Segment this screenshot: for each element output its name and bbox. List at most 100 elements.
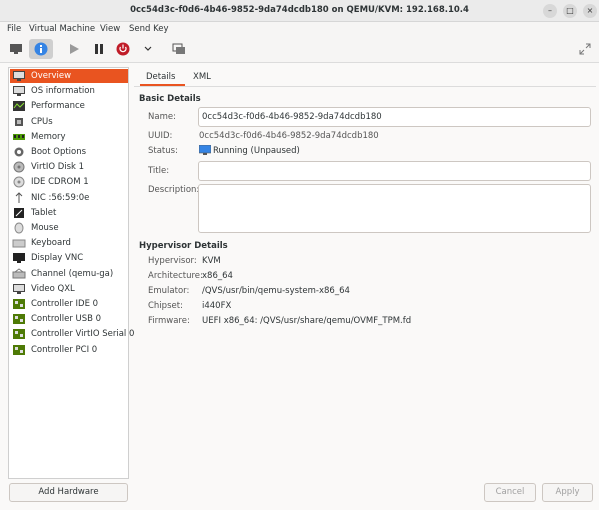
add-hardware-button[interactable]: Add Hardware xyxy=(9,483,128,502)
menu-file[interactable]: File xyxy=(7,24,21,34)
sidebar-item[interactable]: Tablet xyxy=(10,206,128,220)
hypervisor-row-value: /QVS/usr/bin/qemu-system-x86_64 xyxy=(202,286,350,296)
power-icon xyxy=(116,42,130,56)
tablet-icon xyxy=(12,207,26,219)
info-icon xyxy=(34,42,48,56)
channel-icon xyxy=(12,267,26,280)
sidebar-item[interactable]: Overview xyxy=(10,69,128,83)
keyboard-icon xyxy=(12,237,26,249)
hypervisor-details-heading: Hypervisor Details xyxy=(139,241,228,251)
sidebar-item[interactable]: Boot Options xyxy=(10,145,128,159)
title-field[interactable] xyxy=(198,161,591,181)
title-bar: 0cc54d3c-f0d6-4b46-9852-9da74dcdb180 on … xyxy=(0,0,599,22)
sidebar-item-label: Performance xyxy=(31,101,85,112)
hypervisor-row-label: Hypervisor: xyxy=(148,256,197,266)
hypervisor-row-value: KVM xyxy=(202,256,221,266)
description-field[interactable] xyxy=(198,184,591,233)
description-label: Description: xyxy=(148,185,200,195)
menu-view[interactable]: View xyxy=(100,24,120,34)
pause-button[interactable] xyxy=(91,39,107,59)
chip-icon xyxy=(12,116,26,128)
cancel-button[interactable]: Cancel xyxy=(484,483,536,502)
gear-icon xyxy=(12,146,26,158)
sidebar-item[interactable]: Mouse xyxy=(10,221,128,235)
hypervisor-row-value: x86_64 xyxy=(202,271,233,281)
hardware-list: Overview OS information Performance CPUs Mem… xyxy=(8,67,134,479)
monitor-icon xyxy=(10,44,22,54)
sidebar-item-label: Channel (qemu-ga) xyxy=(31,268,114,279)
hypervisor-row-label: Chipset: xyxy=(148,301,183,311)
sidebar-item[interactable]: IDE CDROM 1 xyxy=(10,175,128,189)
sidebar-item[interactable]: OS information xyxy=(10,84,128,98)
hypervisor-row-label: Emulator: xyxy=(148,286,190,296)
sidebar-item-label: OS information xyxy=(31,86,95,97)
name-field[interactable]: 0cc54d3c-f0d6-4b46-9852-9da74dcdb180 xyxy=(198,107,591,127)
display-icon xyxy=(12,252,26,264)
controller-icon xyxy=(12,344,26,356)
hypervisor-row-value: i440FX xyxy=(202,301,232,311)
sidebar-item[interactable]: Channel (qemu-ga) xyxy=(10,267,128,281)
expand-icon xyxy=(579,43,591,55)
sidebar-item[interactable]: Video QXL xyxy=(10,282,128,296)
sidebar-item-label: Video QXL xyxy=(31,283,75,294)
sidebar-item[interactable]: Display VNC xyxy=(10,251,128,265)
monitor-icon xyxy=(12,70,26,82)
sidebar-item-label: IDE CDROM 1 xyxy=(31,177,89,188)
shutdown-button[interactable] xyxy=(115,39,131,59)
chart-icon xyxy=(12,100,26,112)
sidebar-item[interactable]: VirtIO Disk 1 xyxy=(10,160,128,174)
window-title: 0cc54d3c-f0d6-4b46-9852-9da74dcdb180 on … xyxy=(130,5,469,15)
running-status-icon xyxy=(198,144,212,159)
sidebar-item-label: Boot Options xyxy=(31,147,87,157)
menu-virtual-machine[interactable]: Virtual Machine xyxy=(29,24,95,34)
sidebar-item-label: VirtIO Disk 1 xyxy=(31,162,85,173)
title-label: Title: xyxy=(148,166,170,176)
menu-bar: File Virtual Machine View Send Key xyxy=(0,22,599,36)
sidebar-item-label: Controller IDE 0 xyxy=(31,299,99,309)
name-value: 0cc54d3c-f0d6-4b46-9852-9da74dcdb180 xyxy=(202,112,382,122)
minimize-button[interactable]: – xyxy=(543,4,557,18)
basic-details-heading: Basic Details xyxy=(139,94,201,104)
sidebar-item-label: Display VNC xyxy=(31,253,84,264)
uuid-label: UUID: xyxy=(148,131,173,141)
details-button[interactable] xyxy=(29,39,53,59)
sidebar-item[interactable]: Controller VirtIO Serial 0 xyxy=(10,327,134,341)
uuid-value: 0cc54d3c-f0d6-4b46-9852-9da74dcdb180 xyxy=(199,131,379,141)
sidebar-item[interactable]: Memory xyxy=(10,130,128,144)
sidebar-item[interactable]: Controller USB 0 xyxy=(10,312,128,326)
menu-send-key[interactable]: Send Key xyxy=(129,24,169,34)
disk-icon xyxy=(12,161,26,173)
play-icon xyxy=(70,44,79,54)
console-button[interactable] xyxy=(6,39,26,59)
sidebar-item[interactable]: Controller IDE 0 xyxy=(10,297,128,311)
sidebar-item-label: Overview xyxy=(31,71,72,81)
sidebar-item-label: Controller PCI 0 xyxy=(31,344,98,355)
run-button[interactable] xyxy=(66,39,82,59)
sidebar-item-label: NIC :56:59:0e xyxy=(31,192,90,203)
toolbar xyxy=(0,36,599,63)
sidebar-item[interactable]: Controller PCI 0 xyxy=(10,343,128,357)
sidebar-item[interactable]: CPUs xyxy=(10,115,128,129)
hypervisor-row-label: Firmware: xyxy=(148,316,190,326)
apply-button[interactable]: Apply xyxy=(542,483,593,502)
monitor-icon xyxy=(12,85,26,97)
controller-icon xyxy=(12,313,26,325)
snapshots-button[interactable] xyxy=(171,39,187,59)
sidebar-item[interactable]: Performance xyxy=(10,99,128,113)
network-icon xyxy=(12,191,26,204)
close-button[interactable]: × xyxy=(583,4,597,18)
ram-icon xyxy=(12,131,26,143)
status-label: Status: xyxy=(148,146,178,156)
sidebar-item-label: Tablet xyxy=(31,207,57,218)
sidebar-item-label: Controller VirtIO Serial 0 xyxy=(31,329,135,340)
hypervisor-row-value: UEFI x86_64: /QVS/usr/share/qemu/OVMF_TP… xyxy=(202,316,412,326)
sidebar-item[interactable]: NIC :56:59:0e xyxy=(10,191,128,205)
fullscreen-button[interactable] xyxy=(577,39,593,59)
sidebar-item-label: Controller USB 0 xyxy=(31,314,102,325)
maximize-button[interactable]: □ xyxy=(563,4,577,18)
sidebar-item[interactable]: Keyboard xyxy=(10,236,128,250)
controller-icon xyxy=(12,328,26,340)
tab-xml[interactable]: XML xyxy=(193,72,211,86)
shutdown-menu-button[interactable] xyxy=(141,39,155,59)
name-label: Name: xyxy=(148,112,176,122)
